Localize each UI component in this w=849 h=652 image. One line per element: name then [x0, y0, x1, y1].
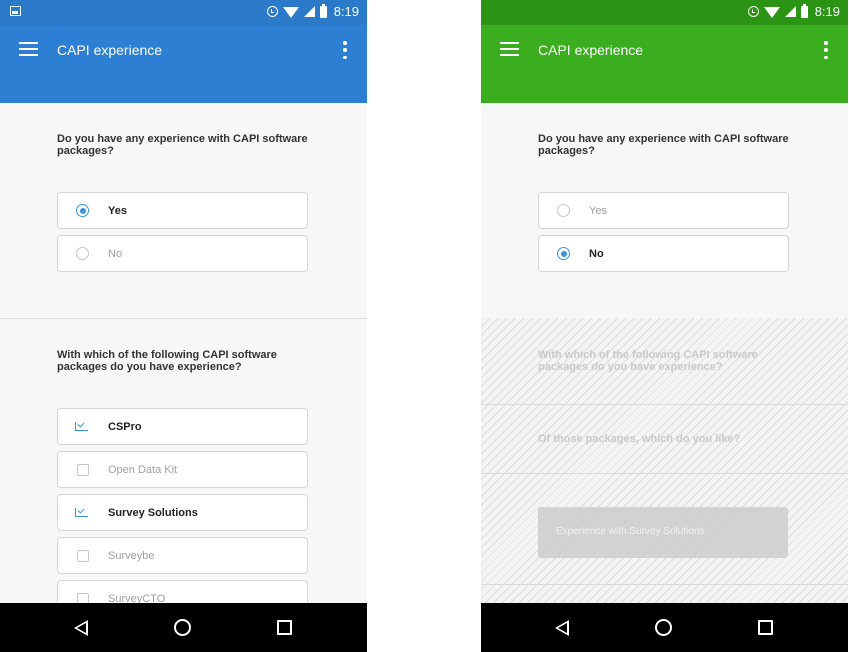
recents-icon[interactable]: [277, 620, 292, 635]
disabled-divider: [481, 404, 848, 405]
checkbox-checked-icon: [75, 422, 88, 431]
app-bar: CAPI experience: [481, 25, 848, 103]
disabled-question-packages: With which of the following CAPI softwar…: [538, 349, 758, 373]
option-label: SurveyCTO: [108, 593, 166, 603]
status-time: 8:19: [814, 4, 840, 19]
disabled-group-button: Experience with Survey Solutions: [538, 507, 788, 558]
option-cspro[interactable]: CSPro: [57, 408, 308, 445]
hamburger-menu-icon[interactable]: [19, 42, 38, 56]
option-yes[interactable]: Yes: [538, 192, 789, 229]
alarm-icon: [747, 6, 759, 17]
checkbox-unchecked-icon: [77, 550, 89, 562]
question-experience: Do you have any experience with CAPI sof…: [538, 133, 789, 157]
questionnaire-content: Do you have any experience with CAPI sof…: [0, 103, 367, 603]
app-title: CAPI experience: [538, 42, 644, 58]
radio-unchecked-icon: [557, 204, 570, 217]
more-options-icon[interactable]: [824, 41, 828, 59]
home-icon[interactable]: [174, 619, 191, 636]
signal-icon: [784, 6, 796, 17]
option-label: Yes: [108, 205, 127, 217]
navigation-bar: [481, 603, 848, 652]
question-experience: Do you have any experience with CAPI sof…: [57, 133, 308, 157]
option-surveycto[interactable]: SurveyCTO: [57, 580, 308, 603]
navigation-bar: [0, 603, 367, 652]
wifi-icon: [763, 7, 780, 18]
recents-icon[interactable]: [758, 620, 773, 635]
disabled-question-like: Of those packages, which do you like?: [538, 433, 741, 445]
disabled-button-label: Experience with Survey Solutions: [556, 526, 705, 537]
battery-icon: [800, 3, 808, 18]
signal-icon: [303, 6, 315, 17]
option-survey-solutions[interactable]: Survey Solutions: [57, 494, 308, 531]
disabled-divider: [481, 584, 848, 585]
phone-screen-left: 8:19 CAPI experience Do you have any exp…: [0, 0, 367, 652]
disabled-divider: [481, 473, 848, 474]
checkbox-unchecked-icon: [77, 593, 89, 603]
hamburger-menu-icon[interactable]: [500, 42, 519, 56]
option-label: Survey Solutions: [108, 507, 198, 519]
option-label: Surveybe: [108, 550, 155, 562]
status-icons: 8:19: [266, 3, 359, 19]
checkbox-checked-icon: [75, 508, 88, 517]
status-bar: 8:19: [481, 0, 848, 25]
status-bar: 8:19: [0, 0, 367, 25]
disabled-section: With which of the following CAPI softwar…: [481, 318, 848, 603]
alarm-icon: [266, 6, 278, 17]
more-options-icon[interactable]: [343, 41, 347, 59]
questionnaire-content: Do you have any experience with CAPI sof…: [481, 103, 848, 603]
option-yes[interactable]: Yes: [57, 192, 308, 229]
question-packages: With which of the following CAPI softwar…: [57, 349, 277, 373]
option-open-data-kit[interactable]: Open Data Kit: [57, 451, 308, 488]
app-title: CAPI experience: [57, 42, 163, 58]
image-notification-icon: [10, 6, 21, 16]
phone-screen-right: 8:19 CAPI experience Do you have any exp…: [481, 0, 848, 652]
section-divider: [0, 318, 367, 319]
option-no[interactable]: No: [538, 235, 789, 272]
back-icon[interactable]: [74, 620, 88, 636]
back-icon[interactable]: [555, 620, 569, 636]
checkbox-unchecked-icon: [77, 464, 89, 476]
radio-checked-icon: [76, 204, 89, 217]
option-label: No: [589, 248, 604, 260]
option-surveybe[interactable]: Surveybe: [57, 537, 308, 574]
battery-icon: [319, 3, 327, 18]
home-icon[interactable]: [655, 619, 672, 636]
option-no[interactable]: No: [57, 235, 308, 272]
radio-checked-icon: [557, 247, 570, 260]
option-label: No: [108, 248, 123, 260]
option-label: CSPro: [108, 421, 142, 433]
radio-unchecked-icon: [76, 247, 89, 260]
option-label: Yes: [589, 205, 607, 217]
status-icons: 8:19: [747, 3, 840, 19]
wifi-icon: [282, 7, 299, 18]
app-bar: CAPI experience: [0, 25, 367, 103]
status-time: 8:19: [333, 4, 359, 19]
option-label: Open Data Kit: [108, 464, 178, 476]
